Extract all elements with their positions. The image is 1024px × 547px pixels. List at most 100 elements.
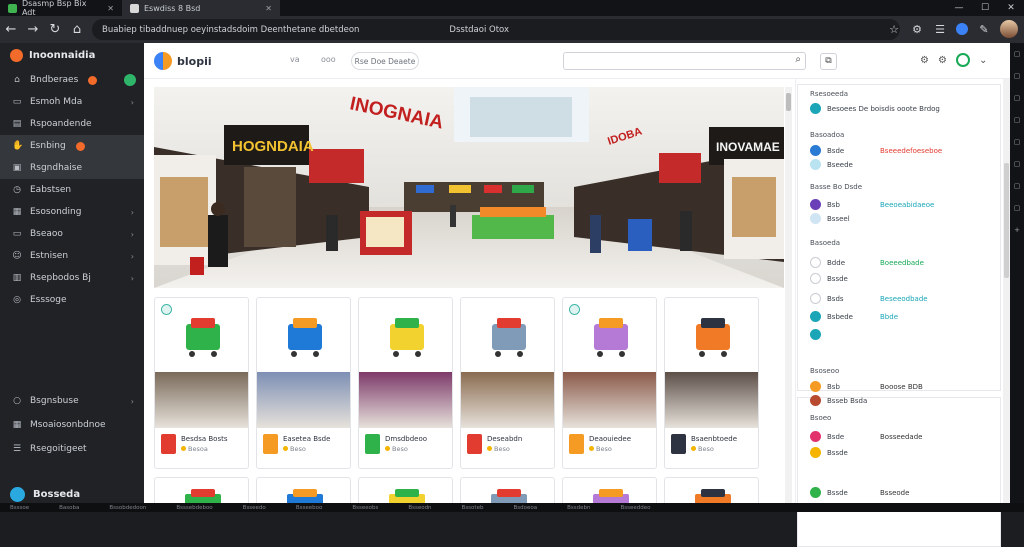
- chevron-down-icon[interactable]: ⌄: [979, 55, 987, 66]
- info-row[interactable]: Bseede: [810, 159, 853, 170]
- forward-icon[interactable]: →: [22, 22, 44, 37]
- sidebar-item[interactable]: ▥ Rsepbodos Bj ›: [0, 267, 144, 289]
- radio-icon[interactable]: [810, 273, 821, 284]
- status-ring-icon[interactable]: [955, 53, 970, 67]
- radio-icon[interactable]: [810, 257, 821, 268]
- product-card[interactable]: Deaouiedee Beso: [562, 297, 657, 469]
- favorite-tag-icon[interactable]: [161, 304, 172, 315]
- sidebar-item[interactable]: ◎ Esssoge: [0, 289, 144, 311]
- product-card[interactable]: [256, 477, 351, 503]
- info-row[interactable]: Bsb Beeoeabidaeoe: [810, 199, 934, 210]
- info-row[interactable]: Bsde Bosseedade: [810, 431, 922, 442]
- nav-link-a[interactable]: va: [290, 55, 300, 64]
- dock-outlook-icon[interactable]: ▢: [1010, 175, 1024, 197]
- sidebar-header[interactable]: Inoonnaidia: [0, 43, 144, 67]
- extension-icon[interactable]: [956, 23, 968, 35]
- taskbar-item[interactable]: Bsseeboo: [296, 505, 323, 511]
- taskbar-item[interactable]: Bssdebn: [567, 505, 590, 511]
- product-card[interactable]: [460, 477, 555, 503]
- product-card[interactable]: Dmsdbdeoo Beso: [358, 297, 453, 469]
- taskbar-item[interactable]: Bsseeobs: [352, 505, 378, 511]
- sidebar-item[interactable]: ☺ Estnisen ›: [0, 245, 144, 267]
- filter-pill[interactable]: Rse Doe Deaete: [351, 52, 419, 70]
- info-row[interactable]: Bssde Bsseode: [810, 487, 909, 498]
- sidebar-bottom-item[interactable]: ▦ Msoaiosonbdnoe: [0, 413, 144, 437]
- sidebar-bottom-item[interactable]: ☰ Rsegoitigeet: [0, 437, 144, 461]
- filter-button[interactable]: ⧉: [820, 53, 837, 70]
- dock-office-icon[interactable]: ▢: [1010, 153, 1024, 175]
- info-row[interactable]: Bdde Boeeedbade: [810, 257, 924, 268]
- home-icon[interactable]: ⌂: [66, 22, 88, 37]
- info-row[interactable]: Bsds Beseeodbade: [810, 293, 928, 304]
- settings-icon[interactable]: ⚙: [938, 55, 947, 66]
- product-card[interactable]: Besdsa Bosts Besoa: [154, 297, 249, 469]
- url-pill[interactable]: Dsstdaoi Otox: [449, 25, 509, 35]
- dock-tools-icon[interactable]: ▢: [1010, 109, 1024, 131]
- product-card[interactable]: [154, 477, 249, 503]
- sidebar-item[interactable]: ▤ Rspoandende: [0, 113, 144, 135]
- info-row[interactable]: Bsseb Bsda: [810, 395, 867, 406]
- product-card[interactable]: [358, 477, 453, 503]
- edit-icon[interactable]: ✎: [977, 23, 991, 36]
- product-card[interactable]: Bsaenbtoede Beso: [664, 297, 759, 469]
- minimize-icon[interactable]: —: [946, 0, 972, 16]
- sidebar-bottom-item[interactable]: ○ Bsgnsbuse ›: [0, 389, 144, 413]
- search-input[interactable]: ⌕: [563, 52, 806, 70]
- nav-link-b[interactable]: ooo: [321, 55, 336, 64]
- content-scrollbar[interactable]: [785, 87, 792, 503]
- taskbar-item[interactable]: Bsseedo: [243, 505, 266, 511]
- chevron-right-icon[interactable]: ›: [131, 230, 134, 239]
- sidebar-item[interactable]: ▦ Esosonding ›: [0, 201, 144, 223]
- product-card[interactable]: Easetea Bsde Beso: [256, 297, 351, 469]
- profile-avatar[interactable]: [1000, 20, 1018, 38]
- sidebar-item[interactable]: ▭ Bseaoo ›: [0, 223, 144, 245]
- reload-icon[interactable]: ↻: [44, 22, 66, 37]
- right-panel-scrollbar[interactable]: [1003, 79, 1010, 503]
- info-row[interactable]: Besoees De boisdis ooote Brdog: [810, 103, 940, 114]
- taskbar-item[interactable]: Bsssoe: [10, 505, 29, 511]
- sidebar-item[interactable]: ◷ Eabstsen: [0, 179, 144, 201]
- chevron-right-icon[interactable]: ›: [131, 98, 134, 107]
- dock-reading-icon[interactable]: ▢: [1010, 87, 1024, 109]
- content-scrollbar-thumb[interactable]: [786, 93, 791, 111]
- taskbar-item[interactable]: Bsdoeoa: [513, 505, 537, 511]
- dock-games-icon[interactable]: ▢: [1010, 131, 1024, 153]
- chevron-right-icon[interactable]: ›: [131, 274, 134, 283]
- dock-bookmark-icon[interactable]: ▢: [1010, 43, 1024, 65]
- taskbar-item[interactable]: Bssobdedoon: [109, 505, 146, 511]
- info-row[interactable]: Bsde Bseeedefoeseboe: [810, 145, 942, 156]
- tab-close-icon[interactable]: ✕: [107, 4, 114, 13]
- info-row[interactable]: Bsbede Bbde: [810, 311, 898, 322]
- dock-drop-icon[interactable]: ▢: [1010, 197, 1024, 219]
- radio-icon[interactable]: [810, 293, 821, 304]
- bell-icon[interactable]: ⚙: [920, 55, 929, 66]
- extensions-icon[interactable]: ⚙: [910, 23, 924, 36]
- dock-history-icon[interactable]: ▢: [1010, 65, 1024, 87]
- info-row[interactable]: Bssde: [810, 447, 848, 458]
- dock-add-icon[interactable]: +: [1010, 219, 1024, 241]
- taskbar-item[interactable]: Basoba: [59, 505, 79, 511]
- star-icon[interactable]: ☆: [887, 23, 901, 36]
- product-card[interactable]: [664, 477, 759, 503]
- info-row[interactable]: [810, 329, 821, 340]
- search-icon[interactable]: ⌕: [795, 54, 801, 65]
- sidebar-item[interactable]: ⌂ Bndberaes: [0, 69, 144, 91]
- sidebar-item[interactable]: ✋ Esnbing: [0, 135, 144, 157]
- hero-banner[interactable]: INOGNAIA HOGNDAIA INOVAMAE IDOBA: [154, 87, 784, 288]
- taskbar-item[interactable]: Bsseeddeo: [620, 505, 650, 511]
- sidebar-item[interactable]: ▭ Esmoh Mda ›: [0, 91, 144, 113]
- back-icon[interactable]: ←: [0, 22, 22, 37]
- sidebar-item[interactable]: ▣ Rsgndhaise: [0, 157, 144, 179]
- product-card[interactable]: [562, 477, 657, 503]
- taskbar-item[interactable]: Bsseodn: [408, 505, 431, 511]
- browser-tab-1[interactable]: Dsasmp Bsp Bix Adt ✕: [0, 0, 122, 17]
- browser-tab-2[interactable]: Eswdiss 8 Bsd ✕: [122, 0, 280, 16]
- url-bar[interactable]: Buabiep tibaddnuep oeyinstadsdoim Deenth…: [92, 19, 900, 40]
- menu-icon[interactable]: ☰: [933, 23, 947, 36]
- info-row[interactable]: Bsseel: [810, 213, 850, 224]
- info-row[interactable]: Bssde: [810, 273, 848, 284]
- chevron-right-icon[interactable]: ›: [131, 208, 134, 217]
- taskbar-item[interactable]: Bssoteb: [462, 505, 484, 511]
- tab-close-icon[interactable]: ✕: [265, 4, 272, 13]
- favorite-tag-icon[interactable]: [569, 304, 580, 315]
